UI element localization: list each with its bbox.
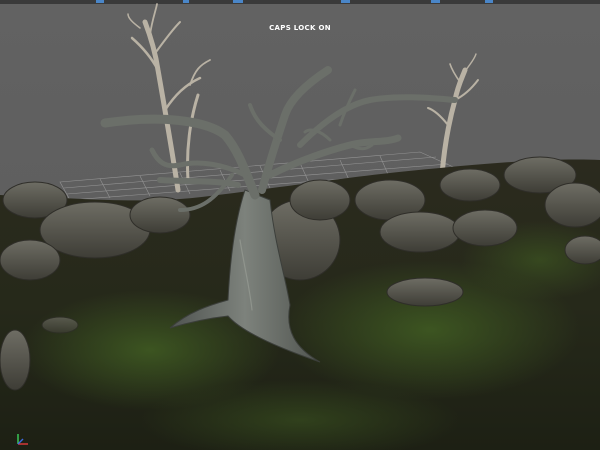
axis-gizmo-icon bbox=[17, 434, 28, 445]
scene-render[interactable] bbox=[0, 0, 600, 450]
3d-viewport[interactable]: CAPS LOCK ON bbox=[0, 0, 600, 450]
caps-lock-status: CAPS LOCK ON bbox=[269, 24, 331, 32]
